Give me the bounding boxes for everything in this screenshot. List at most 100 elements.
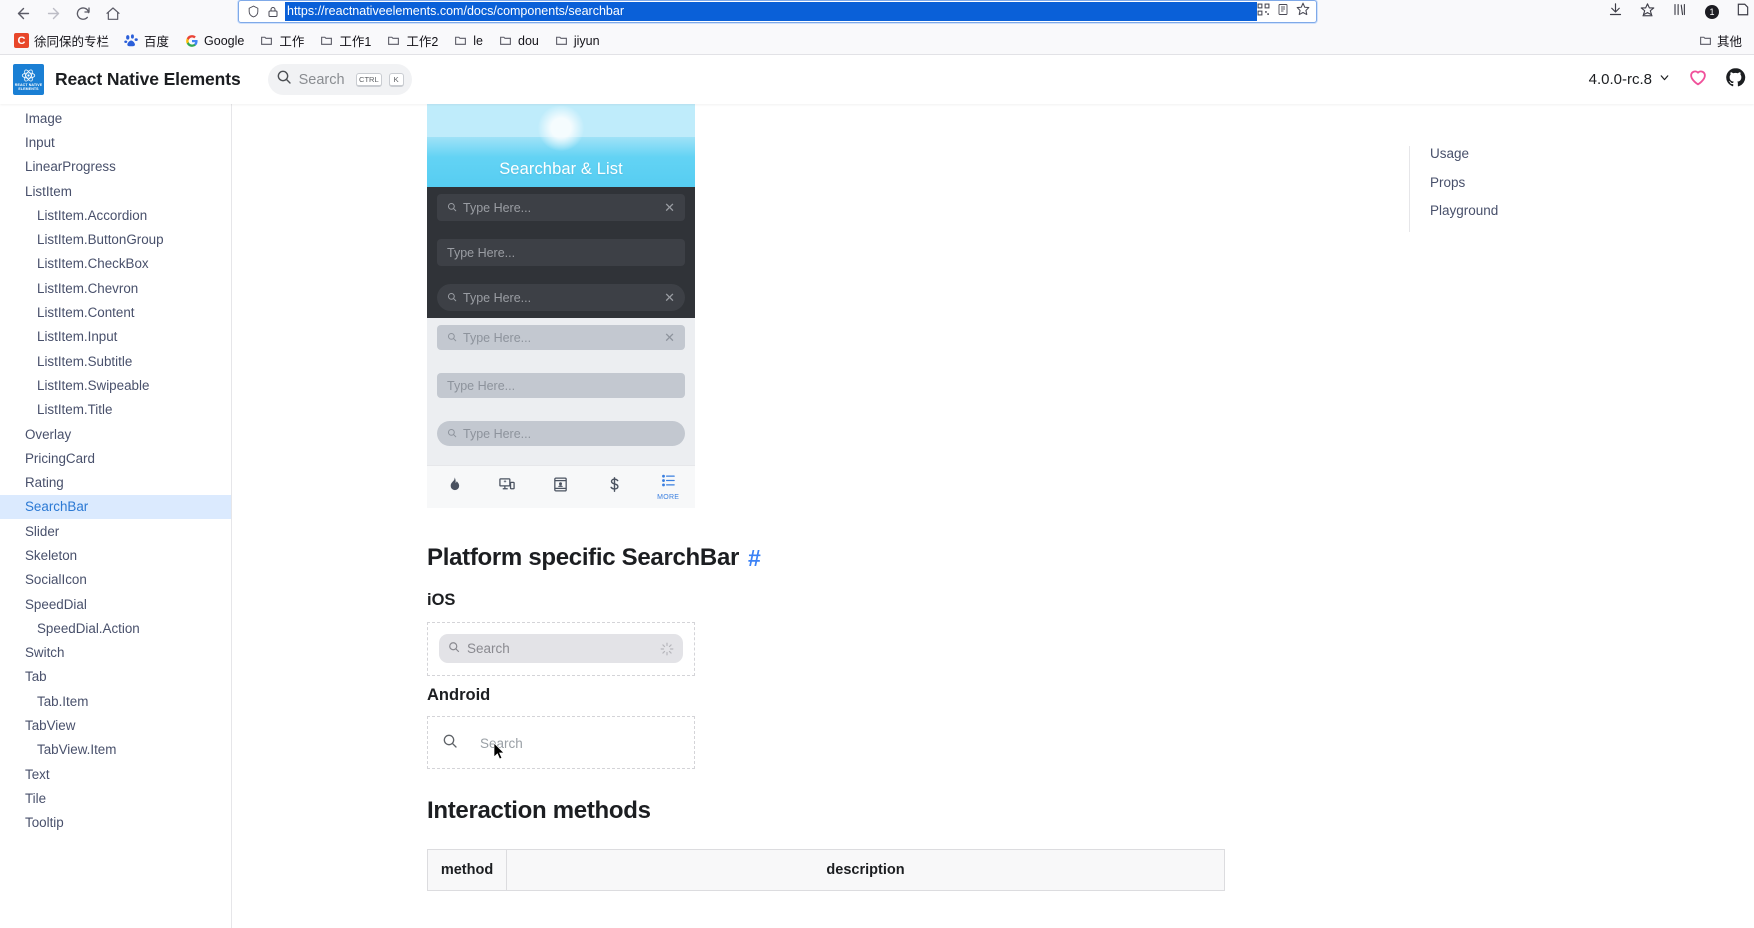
shield-icon[interactable] — [243, 3, 263, 21]
sidebar-item-label: ListItem.Content — [37, 305, 135, 321]
sidebar-item-image[interactable]: Image — [0, 106, 231, 130]
anchor-link-icon[interactable]: # — [748, 545, 761, 572]
site-title[interactable]: React Native Elements — [55, 69, 241, 90]
bookmarks-overflow-folder[interactable]: 其他 — [1692, 29, 1748, 52]
sidebar-item-linearprogress[interactable]: LinearProgress — [0, 155, 231, 179]
sidebar-item-label: Rating — [25, 475, 64, 491]
sidebar-item-label: SocialIcon — [25, 572, 87, 588]
close-icon[interactable]: ✕ — [664, 330, 675, 346]
sidebar-item-label: TabView — [25, 718, 76, 734]
toc-item-usage[interactable]: Usage — [1430, 146, 1589, 161]
site-search-input[interactable]: Search CTRL K — [267, 64, 412, 95]
preview-searchbar-dark-3[interactable]: Type Here... ✕ — [427, 277, 695, 318]
sidebar-item-label: LinearProgress — [25, 159, 116, 175]
sidebar-item-skeleton[interactable]: Skeleton — [0, 543, 231, 567]
ios-searchbar[interactable]: Search — [439, 634, 683, 663]
tab-item-devices[interactable] — [481, 476, 535, 499]
sidebar-item-tile[interactable]: Tile — [0, 786, 231, 810]
sidebar-item-socialicon[interactable]: SocialIcon — [0, 568, 231, 592]
sidebar-item-speeddial[interactable]: SpeedDial — [0, 592, 231, 616]
sidebar-item-listitem-content[interactable]: ListItem.Content — [0, 300, 231, 324]
version-selector[interactable]: 4.0.0-rc.8 — [1589, 71, 1671, 88]
url-text[interactable]: https://reactnativeelements.com/docs/com… — [285, 2, 1257, 21]
site-logo-icon[interactable]: REACT NATIVE ELEMENTS — [13, 64, 44, 95]
bookmark-folder[interactable]: le — [447, 31, 489, 50]
tab-item-contact-card[interactable] — [534, 476, 588, 499]
sidebar-item-tab[interactable]: Tab — [0, 665, 231, 689]
library-icon[interactable] — [1672, 2, 1688, 22]
sidebar-item-listitem-subtitle[interactable]: ListItem.Subtitle — [0, 349, 231, 373]
bookmark-folder[interactable]: jiyun — [548, 31, 606, 50]
bookmark-item[interactable]: 百度 — [118, 29, 175, 52]
tab-item-flame[interactable] — [427, 476, 481, 499]
preview-searchbar-light-1[interactable]: Type Here... ✕ — [427, 318, 695, 357]
reload-button[interactable] — [68, 3, 98, 25]
toc-item-props[interactable]: Props — [1430, 175, 1589, 190]
sidebar-item-listitem-checkbox[interactable]: ListItem.CheckBox — [0, 252, 231, 276]
tab-item-dollar[interactable] — [588, 476, 642, 499]
search-icon — [447, 425, 457, 443]
sidebar-item-listitem-accordion[interactable]: ListItem.Accordion — [0, 203, 231, 227]
bookmark-folder[interactable]: 工作1 — [313, 29, 377, 52]
close-icon[interactable]: ✕ — [664, 200, 675, 216]
forward-button[interactable] — [38, 3, 68, 25]
bookmark-label: 工作1 — [339, 35, 372, 49]
table-header-row: method description — [427, 849, 1225, 891]
sidebar-item-speeddial-action[interactable]: SpeedDial.Action — [0, 616, 231, 640]
docs-sidebar[interactable]: Image Input LinearProgress ListItem List… — [0, 104, 232, 928]
github-icon[interactable] — [1725, 67, 1746, 93]
sidebar-item-label: Tile — [25, 790, 47, 806]
sidebar-item-tabview[interactable]: TabView — [0, 713, 231, 737]
sidebar-item-listitem-swipeable[interactable]: ListItem.Swipeable — [0, 373, 231, 397]
preview-searchbar-light-2[interactable]: Type Here... — [427, 366, 695, 405]
sidebar-item-tab-item[interactable]: Tab.Item — [0, 689, 231, 713]
preview-searchbar-dark-2[interactable]: Type Here... — [427, 232, 695, 273]
bookmark-folder[interactable]: 工作2 — [380, 29, 444, 52]
sidebar-item-tabview-item[interactable]: TabView.Item — [0, 738, 231, 762]
sidebar-item-tooltip[interactable]: Tooltip — [0, 811, 231, 835]
sidebar-item-input[interactable]: Input — [0, 130, 231, 154]
search-icon — [447, 199, 457, 217]
bookmark-folder[interactable]: 工作 — [253, 29, 310, 52]
close-icon[interactable]: ✕ — [664, 290, 675, 306]
account-badge[interactable]: 1 — [1705, 4, 1719, 19]
lock-icon[interactable] — [263, 3, 283, 21]
address-bar[interactable]: https://reactnativeelements.com/docs/com… — [238, 0, 1317, 23]
sidebar-item-label: SpeedDial — [25, 596, 87, 612]
android-label: Android — [427, 686, 491, 704]
sidebar-item-overlay[interactable]: Overlay — [0, 422, 231, 446]
home-button[interactable] — [98, 3, 128, 25]
toc-item-playground[interactable]: Playground — [1430, 203, 1589, 218]
sidebar-item-text[interactable]: Text — [0, 762, 231, 786]
site-header: REACT NATIVE ELEMENTS React Native Eleme… — [0, 55, 1754, 104]
sidebar-item-listitem-title[interactable]: ListItem.Title — [0, 398, 231, 422]
preview-searchbar-light-3[interactable]: Type Here... — [427, 414, 695, 453]
android-searchbar[interactable]: Search — [428, 717, 694, 770]
heart-icon[interactable] — [1687, 66, 1709, 93]
sidebar-item-rating[interactable]: Rating — [0, 470, 231, 494]
sidebar-item-listitem[interactable]: ListItem — [0, 179, 231, 203]
sidebar-item-listitem-buttongroup[interactable]: ListItem.ButtonGroup — [0, 227, 231, 251]
bookmark-folder[interactable]: dou — [492, 31, 545, 50]
search-icon — [447, 289, 457, 307]
sidebar-item-label: Skeleton — [25, 547, 78, 563]
tab-item-more[interactable]: MORE — [641, 473, 695, 501]
sidebar-item-slider[interactable]: Slider — [0, 519, 231, 543]
bookmark-item[interactable]: C 徐同保的专栏 — [8, 29, 115, 52]
sidebar-item-searchbar[interactable]: SearchBar — [0, 494, 231, 520]
bookmark-star-icon[interactable] — [1296, 2, 1310, 21]
bookmarks-overflow-label: 其他 — [1716, 35, 1742, 49]
sidebar-item-listitem-chevron[interactable]: ListItem.Chevron — [0, 276, 231, 300]
sidebar-item-listitem-input[interactable]: ListItem.Input — [0, 325, 231, 349]
preview-searchbar-dark-1[interactable]: Type Here... ✕ — [427, 187, 695, 228]
back-button[interactable] — [8, 3, 38, 25]
downloads-icon[interactable] — [1608, 2, 1623, 22]
sidebar-item-switch[interactable]: Switch — [0, 641, 231, 665]
reader-view-icon[interactable] — [1277, 3, 1289, 21]
qrcode-icon[interactable] — [1257, 3, 1270, 21]
sidebar-item-pricingcard[interactable]: PricingCard — [0, 446, 231, 470]
extension-icon[interactable] — [1736, 2, 1750, 22]
bookmark-label: 工作2 — [406, 35, 439, 49]
bookmark-item[interactable]: Google — [178, 31, 250, 50]
pocket-icon[interactable] — [1640, 2, 1655, 22]
